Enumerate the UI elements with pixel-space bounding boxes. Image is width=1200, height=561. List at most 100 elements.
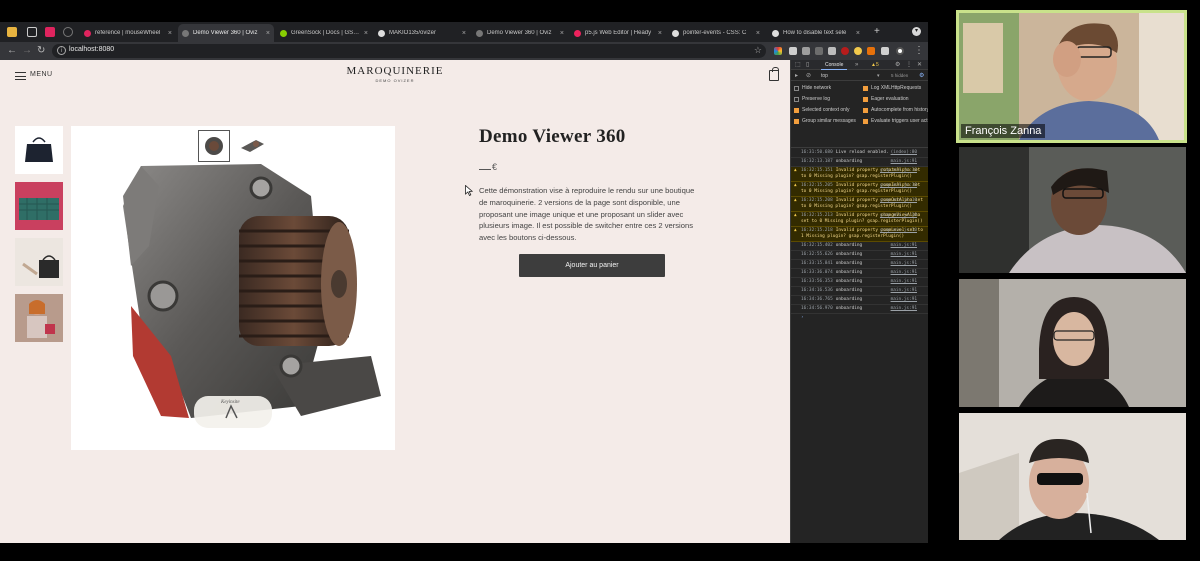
log-source-link[interactable]: main.js:91 <box>891 243 917 249</box>
pinned-tab-doc-icon[interactable] <box>27 27 37 37</box>
console-log-row: 16:33:56.353 main.js:91 onboarding <box>791 278 928 287</box>
browser-tab[interactable]: reference | mouseWheel × <box>80 24 176 42</box>
extension-camera-icon[interactable] <box>789 47 797 55</box>
tab-close-icon[interactable]: × <box>364 30 368 37</box>
extension-square-icon[interactable] <box>828 47 836 55</box>
extension-translate-icon[interactable] <box>867 47 875 55</box>
console-setting-option[interactable]: Preserve log <box>794 96 830 102</box>
tab-close-icon[interactable]: × <box>658 30 662 37</box>
checkbox[interactable] <box>863 96 868 102</box>
extension-color-icon[interactable] <box>774 47 782 55</box>
browser-tab[interactable]: pointer-events - CSS: C × <box>668 24 764 42</box>
log-source-link[interactable]: main.js:91 <box>891 261 917 267</box>
product-title: Demo Viewer 360 <box>479 126 626 147</box>
console-setting-option[interactable]: Autocomplete from history <box>863 107 928 113</box>
product-360-viewer[interactable]: Keyinsite <box>71 126 395 450</box>
console-settings-icon[interactable]: ⚙ <box>919 71 924 81</box>
context-selector[interactable]: top <box>821 71 828 81</box>
thumbnail-tote-bag[interactable] <box>15 238 63 286</box>
log-source-link[interactable]: (index):80 <box>891 150 917 156</box>
pinned-tab-globe-icon[interactable] <box>63 27 73 37</box>
close-devtools-icon[interactable]: ✕ <box>917 60 922 70</box>
browser-menu-icon[interactable]: ⋮ <box>914 45 924 56</box>
extension-g-icon[interactable] <box>802 47 810 55</box>
checkbox[interactable] <box>794 85 799 91</box>
console-setting-option[interactable]: Eager evaluation <box>863 96 909 102</box>
pinned-tab-figma-icon[interactable] <box>45 27 55 37</box>
checkbox[interactable] <box>863 85 868 91</box>
log-source-link[interactable]: main.js:91 <box>891 159 917 165</box>
thumbnail-model-photo[interactable] <box>15 294 63 342</box>
back-arrow-icon[interactable]: ← <box>7 45 17 56</box>
tab-close-icon[interactable]: × <box>756 30 760 37</box>
devtools-panel: ⬚ ▯ Console » ▲5 ⚙ ⋮ ✕ ▸ ⊘ top ▾ 5 hidde… <box>790 60 928 543</box>
checkbox[interactable] <box>794 118 799 124</box>
log-source-link[interactable]: gsap.min.js:10 <box>880 198 917 204</box>
log-source-link[interactable]: main.js:91 <box>891 279 917 285</box>
sidebar-toggle-icon[interactable]: ▸ <box>795 71 798 81</box>
tab-search-icon[interactable]: ▾ <box>912 27 921 36</box>
device-toolbar-icon[interactable]: ▯ <box>806 60 809 70</box>
log-source-link[interactable]: main.js:91 <box>891 288 917 294</box>
log-source-link[interactable]: main.js:91 <box>891 297 917 303</box>
checkbox[interactable] <box>794 107 799 113</box>
log-source-link[interactable]: main.js:91 <box>891 252 917 258</box>
log-source-link[interactable]: gsap.min.js:10 <box>880 228 917 234</box>
checkbox[interactable] <box>794 96 799 102</box>
log-source-link[interactable]: gsap.min.js:10 <box>880 183 917 189</box>
context-dropdown-icon[interactable]: ▾ <box>877 71 880 81</box>
tab-close-icon[interactable]: × <box>560 30 564 37</box>
browser-tab[interactable]: p5.js Web Editor | Heady × <box>570 24 666 42</box>
settings-gear-icon[interactable]: ⚙ <box>895 60 900 70</box>
new-tab-button[interactable]: + <box>874 26 880 37</box>
browser-tab[interactable]: Demo Viewer 360 | Oviz × <box>178 24 274 42</box>
menu-label[interactable]: MENU <box>30 71 53 78</box>
setting-label: Autocomplete from history <box>871 107 928 113</box>
log-message: onboarding <box>835 270 863 275</box>
checkbox[interactable] <box>863 118 868 124</box>
inspect-element-icon[interactable]: ⬚ <box>795 60 801 70</box>
console-setting-option[interactable]: Log XMLHttpRequests <box>863 85 921 91</box>
console-setting-option[interactable]: Group similar messages <box>794 118 856 124</box>
add-to-cart-button[interactable]: Ajouter au panier <box>519 254 665 277</box>
tab-console[interactable]: Console <box>821 60 848 70</box>
console-setting-option[interactable]: Hide network <box>794 85 831 91</box>
profile-avatar-icon[interactable] <box>896 47 904 55</box>
extension-eye-icon[interactable] <box>815 47 823 55</box>
more-tabs-icon[interactable]: » <box>855 60 858 70</box>
thumbnail-croc-bag[interactable] <box>15 182 63 230</box>
devtools-menu-icon[interactable]: ⋮ <box>906 60 912 70</box>
forward-arrow-icon[interactable]: → <box>22 45 32 56</box>
thumbnail-black-bag[interactable] <box>15 126 63 174</box>
log-source-link[interactable]: main.js:91 <box>891 270 917 276</box>
extensions-puzzle-icon[interactable] <box>881 47 889 55</box>
tab-close-icon[interactable]: × <box>462 30 466 37</box>
browser-tab[interactable]: How to disable text sele × <box>768 24 864 42</box>
console-prompt-icon[interactable]: › <box>791 314 928 322</box>
checkbox[interactable] <box>863 107 868 113</box>
reload-icon[interactable]: ↻ <box>37 45 45 56</box>
log-source-link[interactable]: main.js:91 <box>891 306 917 312</box>
hamburger-menu-icon[interactable] <box>15 72 26 80</box>
console-setting-option[interactable]: Evaluate triggers user activation <box>863 118 928 124</box>
console-setting-option[interactable]: Selected context only <box>794 107 850 113</box>
brand-logo[interactable]: MAROQUINERIE DEMO OVIZER <box>330 65 460 83</box>
extension-drop-icon[interactable] <box>854 47 862 55</box>
tab-close-icon[interactable]: × <box>168 30 172 37</box>
tab-close-icon[interactable]: × <box>856 30 860 37</box>
pinned-tab-folder-icon[interactable] <box>7 27 17 37</box>
site-info-icon[interactable]: i <box>57 46 66 55</box>
bookmark-star-icon[interactable]: ☆ <box>754 45 762 56</box>
extension-lastpass-icon[interactable] <box>841 47 849 55</box>
log-source-link[interactable]: gsap.min.js:10 <box>880 168 917 174</box>
address-bar[interactable]: i localhost:8080 ☆ <box>52 44 766 58</box>
clear-console-icon[interactable]: ⊘ <box>806 71 811 81</box>
browser-tab[interactable]: MAKIO135/ovizer × <box>374 24 470 42</box>
log-source-link[interactable]: gsap.min.js:10 <box>880 213 917 219</box>
browser-tab[interactable]: Demo Viewer 360 | Oviz × <box>472 24 568 42</box>
warning-count-badge[interactable]: ▲5 <box>871 60 879 70</box>
tab-close-icon[interactable]: × <box>266 30 270 37</box>
tab-title: MAKIO135/ovizer <box>389 30 437 36</box>
shopping-bag-icon[interactable] <box>769 67 779 81</box>
browser-tab[interactable]: GreenSock | Docs | GSAP × <box>276 24 372 42</box>
